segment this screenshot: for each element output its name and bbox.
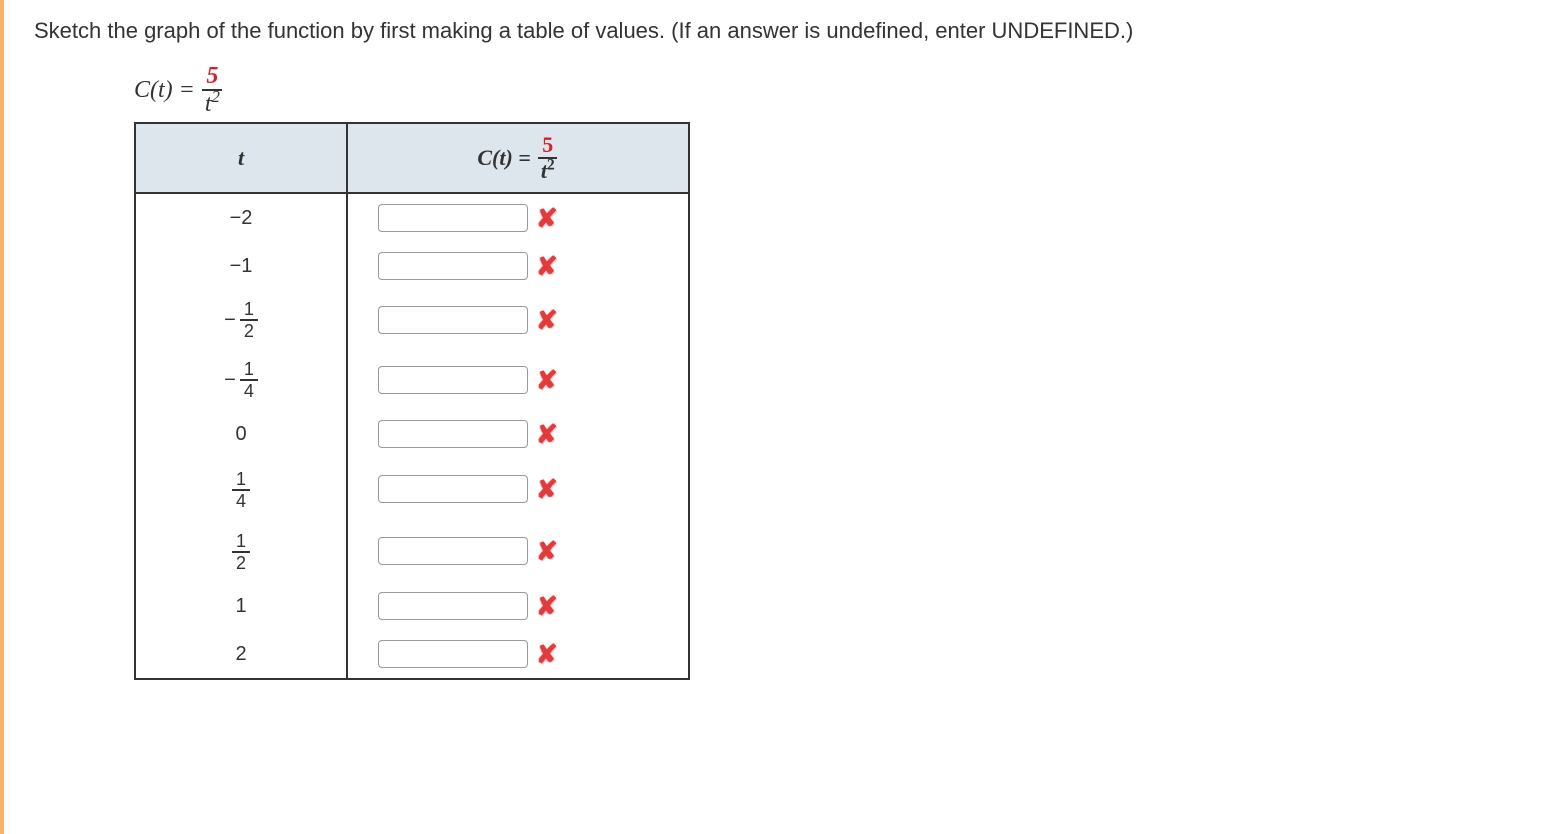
wrong-icon: ✘	[536, 641, 558, 667]
t-sign: −	[224, 309, 236, 332]
t-fraction: 12	[232, 532, 250, 572]
wrong-icon: ✘	[536, 253, 558, 279]
t-frac-num: 1	[240, 300, 258, 321]
answer-cell: ✘	[347, 410, 689, 458]
table-row: 14 ✘	[135, 458, 689, 520]
wrong-icon: ✘	[536, 538, 558, 564]
t-value-cell: −14	[135, 350, 347, 410]
answer-input[interactable]	[378, 306, 528, 334]
answer-input[interactable]	[378, 420, 528, 448]
equation-den-exp: 2	[212, 87, 220, 106]
answer-cell: ✘	[347, 242, 689, 290]
wrong-icon: ✘	[536, 421, 558, 447]
wrong-icon: ✘	[536, 367, 558, 393]
t-frac-den: 4	[240, 381, 258, 400]
equation-denominator: t2	[201, 91, 224, 116]
table-row: 1✘	[135, 582, 689, 630]
answer-cell: ✘	[347, 290, 689, 350]
table-row: −12 ✘	[135, 290, 689, 350]
values-table: t C(t) = 5 t2 −2✘−1✘−12✘−14✘0✘14✘1	[134, 122, 690, 680]
header-ct-lhs: C(t) =	[477, 145, 530, 171]
wrong-icon: ✘	[536, 593, 558, 619]
t-value: −1	[230, 255, 253, 277]
answer-input[interactable]	[378, 592, 528, 620]
equation-den-base: t	[205, 91, 212, 117]
wrong-icon: ✘	[536, 476, 558, 502]
table-row: −14 ✘	[135, 350, 689, 410]
t-value-cell: 0	[135, 410, 347, 458]
t-value-cell: 12	[135, 520, 347, 582]
function-equation: C(t) = 5 t2	[34, 64, 1556, 116]
header-ct-fraction: 5 t2	[537, 134, 559, 182]
t-frac-num: 1	[232, 532, 250, 553]
t-frac-den: 2	[232, 553, 250, 572]
t-value-cell: −12	[135, 290, 347, 350]
answer-cell: ✘	[347, 630, 689, 679]
t-value: 0	[235, 423, 246, 445]
t-value-cell: −1	[135, 242, 347, 290]
t-value: 1	[235, 595, 246, 617]
t-frac-num: 1	[240, 360, 258, 381]
answer-cell: ✘	[347, 458, 689, 520]
t-value-cell: 1	[135, 582, 347, 630]
answer-cell: ✘	[347, 193, 689, 242]
answer-input[interactable]	[378, 204, 528, 232]
table-row: −2 ✘	[135, 193, 689, 242]
t-value: −2	[230, 207, 253, 229]
header-ct: C(t) = 5 t2	[347, 123, 689, 193]
header-ct-num: 5	[538, 134, 557, 159]
table-row: 0✘	[135, 410, 689, 458]
table-row: −1 ✘	[135, 242, 689, 290]
answer-cell: ✘	[347, 520, 689, 582]
answer-input[interactable]	[378, 252, 528, 280]
t-frac-den: 2	[240, 321, 258, 340]
equation-lhs: C(t) =	[134, 77, 195, 104]
header-ct-den-exp: 2	[547, 157, 555, 174]
t-frac-den: 4	[232, 491, 250, 510]
answer-input[interactable]	[378, 366, 528, 394]
t-sign: −	[224, 369, 236, 392]
question-prompt: Sketch the graph of the function by firs…	[34, 18, 1556, 44]
t-fraction: 14	[240, 360, 258, 400]
answer-input[interactable]	[378, 537, 528, 565]
t-value: 2	[235, 643, 246, 665]
answer-cell: ✘	[347, 582, 689, 630]
t-value-cell: 2	[135, 630, 347, 679]
t-frac-num: 1	[232, 470, 250, 491]
table-row: 12 ✘	[135, 520, 689, 582]
wrong-icon: ✘	[536, 205, 558, 231]
answer-input[interactable]	[378, 475, 528, 503]
question-container: Sketch the graph of the function by firs…	[0, 0, 1556, 834]
table-row: 2✘	[135, 630, 689, 679]
header-ct-den: t2	[537, 159, 559, 182]
answer-cell: ✘	[347, 350, 689, 410]
t-fraction: 14	[232, 470, 250, 510]
t-value-cell: −2	[135, 193, 347, 242]
header-t: t	[135, 123, 347, 193]
equation-fraction: 5 t2	[201, 64, 224, 116]
answer-input[interactable]	[378, 640, 528, 668]
wrong-icon: ✘	[536, 307, 558, 333]
t-fraction: 12	[240, 300, 258, 340]
t-value-cell: 14	[135, 458, 347, 520]
